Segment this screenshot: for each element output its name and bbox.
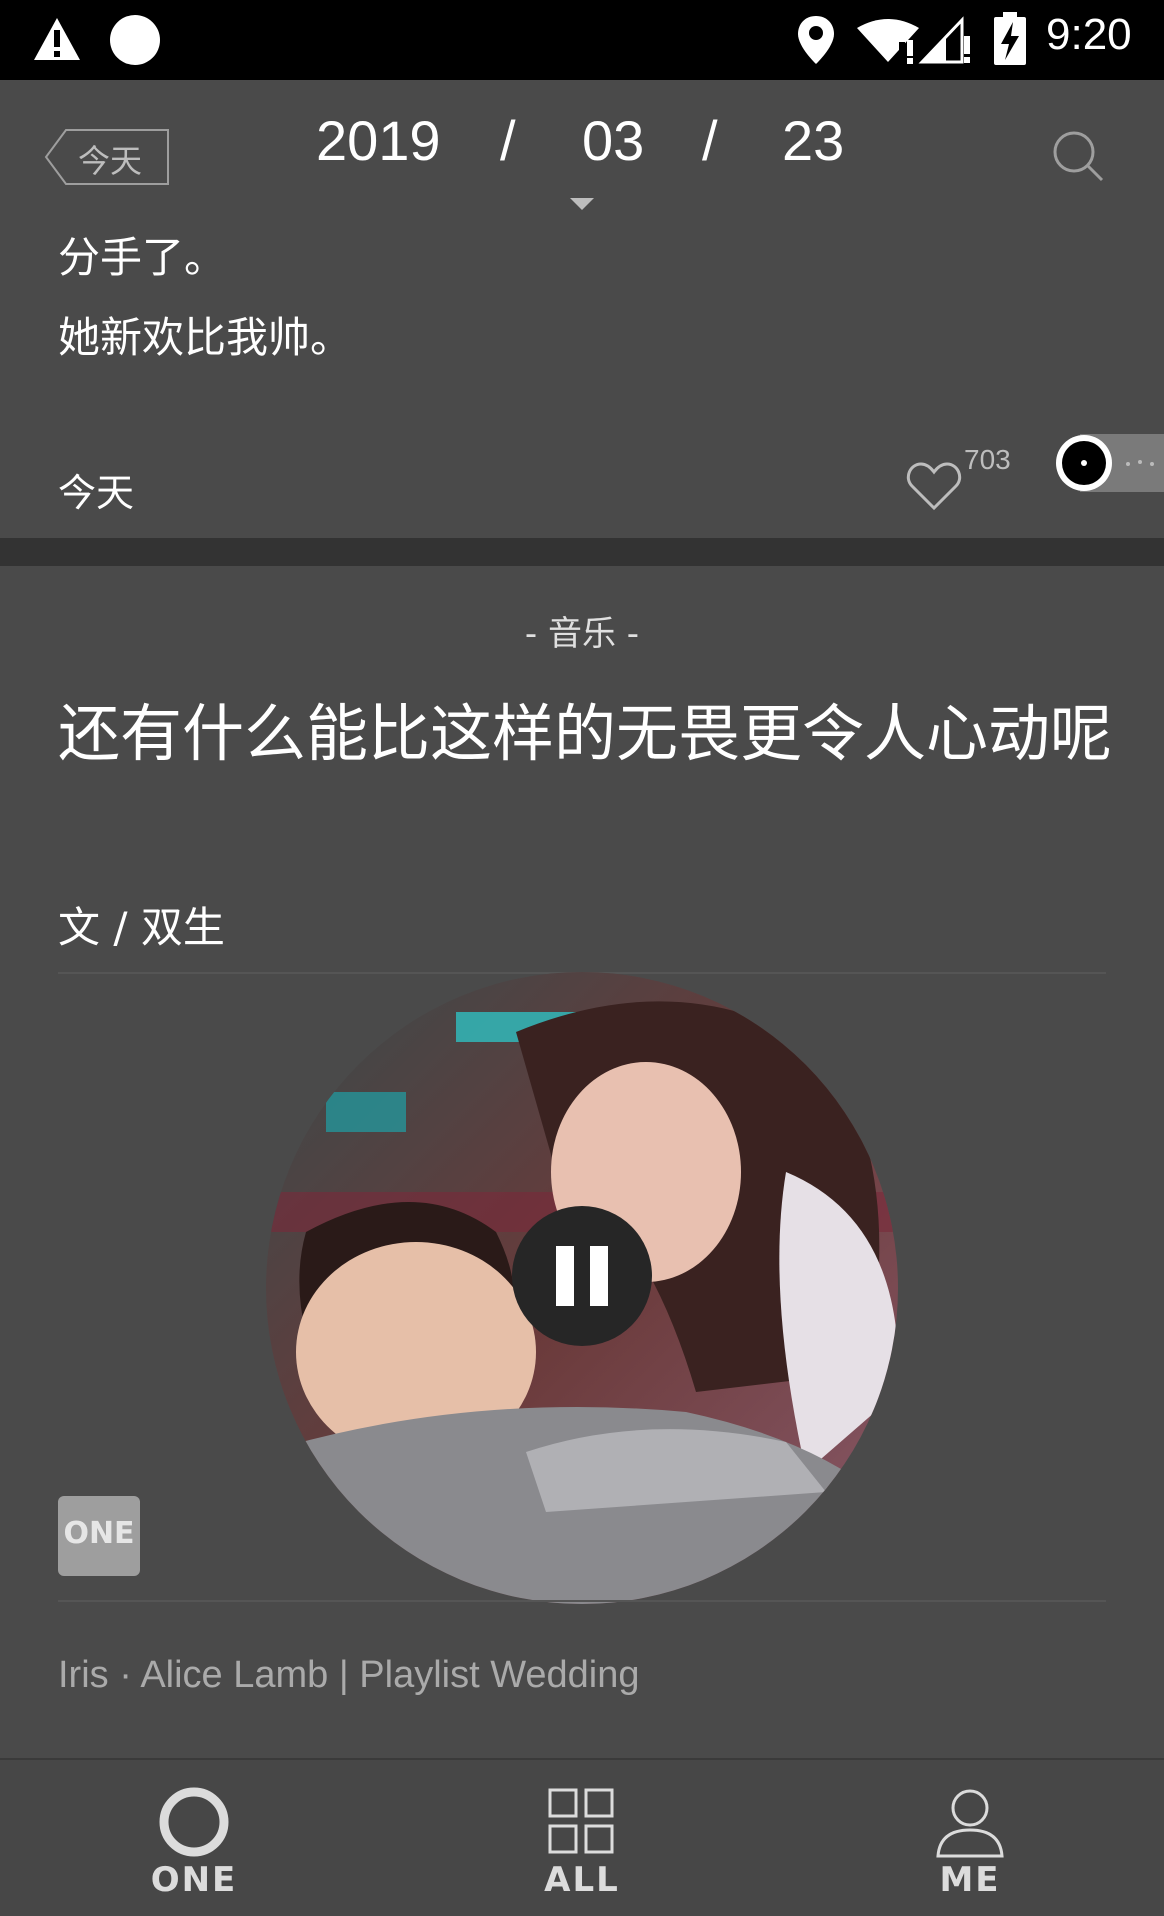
card-text-line: 她新欢比我帅。 <box>58 313 353 362</box>
location-icon <box>798 16 834 64</box>
nav-label-me: ME <box>939 1860 1001 1900</box>
pause-button[interactable] <box>512 1206 652 1346</box>
date-separator: / <box>702 109 718 172</box>
nav-item-all[interactable]: ALL <box>388 1758 776 1914</box>
date-separator: / <box>500 109 516 172</box>
category-label: - 音乐 - <box>524 614 640 654</box>
wifi-icon <box>857 19 919 64</box>
today-button-label: 今天 <box>78 142 143 180</box>
circle-notification-icon <box>110 15 160 65</box>
grid-icon <box>548 1788 614 1854</box>
status-bar <box>0 0 1164 80</box>
one-badge: ONE <box>58 1496 140 1576</box>
warning-icon <box>34 18 80 60</box>
nav-label-one: ONE <box>150 1860 238 1900</box>
circle-icon <box>159 1787 229 1857</box>
card-text-line: 分手了。 <box>58 233 227 282</box>
nav-item-one[interactable]: ONE <box>0 1758 388 1914</box>
song-info[interactable]: Iris · Alice Lamb | Playlist Wedding <box>58 1654 640 1697</box>
status-time: 9:20 <box>1046 10 1132 59</box>
date-year[interactable]: 2019 <box>316 108 441 173</box>
card-date-label: 今天 <box>58 471 135 515</box>
search-icon[interactable] <box>1050 128 1106 184</box>
nav-label-all: ALL <box>544 1860 620 1900</box>
date-day[interactable]: 23 <box>782 108 844 173</box>
one-badge-label: ONE <box>63 1516 135 1551</box>
nav-item-me[interactable]: ME <box>776 1758 1164 1914</box>
article-title[interactable]: 还有什么能比这样的无畏更令人心动呢 <box>58 696 1118 772</box>
today-button[interactable]: 今天 <box>44 128 170 186</box>
date-month[interactable]: 03 <box>582 108 644 173</box>
divider <box>58 1600 1106 1602</box>
battery-charging-icon <box>994 12 1026 65</box>
user-icon <box>936 1789 1004 1858</box>
section-separator <box>0 538 1164 566</box>
author-label[interactable]: 文 / 双生 <box>58 894 225 955</box>
share-toggle-icon[interactable] <box>1052 434 1164 492</box>
cell-signal-icon <box>918 16 970 64</box>
pause-icon <box>556 1246 608 1306</box>
chevron-down-icon[interactable] <box>570 198 594 210</box>
heart-icon[interactable] <box>906 460 962 512</box>
like-count: 703 <box>964 444 1011 475</box>
